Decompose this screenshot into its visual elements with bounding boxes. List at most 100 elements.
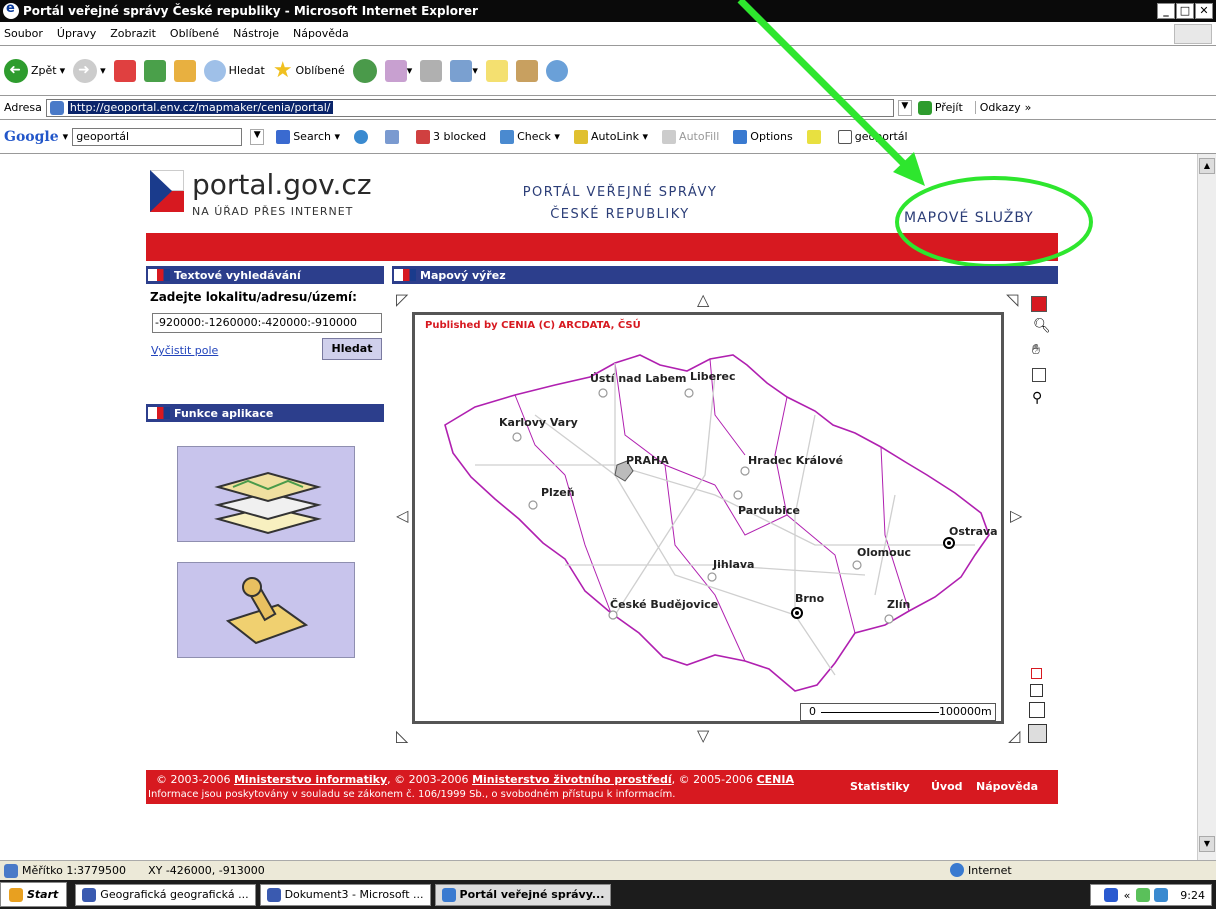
logo-title[interactable]: portal.gov.cz <box>192 168 372 201</box>
google-search-input[interactable]: geoportál <box>72 127 243 146</box>
ministry-environment-link[interactable]: Ministerstvo životního prostředí <box>472 773 672 786</box>
spell-check-button[interactable]: Check ▾ <box>500 129 560 144</box>
text-search-header: Textové vyhledávání <box>146 266 384 284</box>
city-label: Liberec <box>690 370 736 383</box>
pagerank-button[interactable] <box>385 129 402 144</box>
autofill-button[interactable]: AutoFill <box>662 129 719 144</box>
taskbar-ie-portal[interactable]: Portál veřejné správy... <box>434 883 612 906</box>
vertical-scrollbar[interactable]: ▲ ▼ <box>1197 154 1216 860</box>
pan-south-icon[interactable]: ▽ <box>697 726 709 745</box>
mail-button[interactable]: ▾ <box>384 59 412 82</box>
taskbar: Start Geografická geografická ... Dokume… <box>0 880 1216 909</box>
magnifier-icon <box>837 129 852 144</box>
autolink-button[interactable]: AutoLink ▾ <box>573 129 648 144</box>
minimize-button[interactable]: _ <box>1157 3 1175 19</box>
search-submit-button[interactable]: Hledat <box>322 338 382 360</box>
search-button[interactable]: Hledat <box>203 59 265 82</box>
research-button[interactable] <box>515 59 538 82</box>
chevron-down-icon[interactable]: ▾ <box>63 130 69 143</box>
scroll-down-icon[interactable]: ▼ <box>1199 836 1215 852</box>
pan-northwest-icon[interactable]: ◸ <box>396 290 408 309</box>
cenia-link[interactable]: CENIA <box>757 773 794 786</box>
home-link[interactable]: Úvod <box>931 780 963 793</box>
map-services-link[interactable]: MAPOVÉ SLUŽBY <box>904 210 1034 226</box>
links-label[interactable]: Odkazy <box>974 101 1021 114</box>
globe-button[interactable] <box>354 129 371 144</box>
pan-west-icon[interactable]: ◁ <box>396 506 408 525</box>
taskbar-word-geografie[interactable]: Geografická geografická ... <box>75 883 256 906</box>
start-button[interactable]: Start <box>0 882 68 907</box>
menu-upravy[interactable]: Úpravy <box>57 27 96 40</box>
tray-expand-icon[interactable]: « <box>1124 889 1131 902</box>
search-label: Hledat <box>228 64 265 77</box>
menu-oblibene[interactable]: Oblíbené <box>170 27 219 40</box>
menu-soubor[interactable]: Soubor <box>4 27 43 40</box>
close-button[interactable]: ✕ <box>1195 3 1213 19</box>
tray-network-icon[interactable] <box>1154 888 1169 902</box>
stop-button[interactable] <box>113 59 136 82</box>
task-label: Portál veřejné správy... <box>459 888 605 901</box>
zoom-in-icon[interactable] <box>1031 296 1047 312</box>
home-icon <box>173 59 196 82</box>
history-button[interactable] <box>352 58 377 83</box>
go-arrow-icon <box>917 100 932 115</box>
stamp-tool-button[interactable] <box>177 562 355 658</box>
pan-southwest-icon[interactable]: ◺ <box>396 726 408 745</box>
home-button[interactable] <box>173 59 196 82</box>
map-title: Mapový výřez <box>420 268 506 282</box>
clear-field-link[interactable]: Vyčistit pole <box>151 344 218 357</box>
address-label: Adresa <box>4 101 42 114</box>
czech-flag-icon <box>150 170 184 212</box>
messenger-button[interactable] <box>545 59 568 82</box>
maximize-button[interactable]: □ <box>1176 3 1194 19</box>
start-label: Start <box>27 888 59 901</box>
google-toolbar: Google ▾ geoportál ▼ Search ▾ 3 blocked … <box>0 120 1216 154</box>
chevron-right-icon[interactable]: » <box>1025 101 1032 114</box>
zoom-level-1[interactable] <box>1031 668 1042 679</box>
back-button[interactable]: Zpět▾ <box>4 58 65 83</box>
forward-button[interactable]: ▾ <box>73 58 106 83</box>
google-search-button[interactable]: Search ▾ <box>276 129 340 144</box>
pan-northeast-icon[interactable]: ◹ <box>1006 290 1018 309</box>
language-icon[interactable] <box>1103 888 1118 902</box>
ministry-informatics-link[interactable]: Ministerstvo informatiky <box>234 773 387 786</box>
google-logo[interactable]: Google <box>4 129 59 145</box>
scale-bar: 0 100000m <box>800 703 996 721</box>
highlight-button[interactable] <box>806 129 824 144</box>
search-term-button[interactable]: geoportál <box>837 129 908 144</box>
zoom-out-icon[interactable]: 🔍︎ <box>1033 318 1051 334</box>
pan-east-icon[interactable]: ▷ <box>1010 506 1022 525</box>
address-dropdown-icon[interactable]: ▼ <box>897 99 912 116</box>
location-search-input[interactable]: -920000:-1260000:-420000:-910000 <box>152 313 382 333</box>
google-query: geoportál <box>76 130 130 143</box>
menu-napoveda[interactable]: Nápověda <box>293 27 349 40</box>
print-button[interactable] <box>420 59 443 82</box>
zoom-level-4[interactable] <box>1028 724 1047 743</box>
pan-north-icon[interactable]: △ <box>697 290 709 309</box>
favorites-button[interactable]: ★ Oblíbené <box>273 58 345 83</box>
road-network <box>475 363 975 676</box>
note-button[interactable] <box>485 59 508 82</box>
pan-hand-icon[interactable]: ✋︎ <box>1032 342 1040 358</box>
identify-stamp-icon[interactable]: ⚲ <box>1032 390 1042 406</box>
portal-heading: PORTÁL VEŘEJNÉ SPRÁVY ČESKÉ REPUBLIKY <box>500 182 740 226</box>
popup-blocker-button[interactable]: 3 blocked <box>416 129 486 144</box>
taskbar-word-dokument3[interactable]: Dokument3 - Microsoft ... <box>259 883 431 906</box>
google-dropdown-icon[interactable]: ▼ <box>250 128 265 145</box>
pan-southeast-icon[interactable]: ◿ <box>1008 726 1020 745</box>
menu-nastroje[interactable]: Nástroje <box>233 27 279 40</box>
full-extent-icon[interactable] <box>1032 368 1046 382</box>
go-button[interactable]: Přejít <box>917 100 963 115</box>
address-input[interactable]: http://geoportal.env.cz/mapmaker/cenia/p… <box>45 98 894 117</box>
layers-button[interactable] <box>177 446 355 542</box>
statistics-link[interactable]: Statistiky <box>850 780 910 793</box>
scroll-up-icon[interactable]: ▲ <box>1199 158 1215 174</box>
zoom-level-3[interactable] <box>1029 702 1045 718</box>
tray-app-icon[interactable] <box>1136 888 1151 902</box>
help-link[interactable]: Nápověda <box>976 780 1038 793</box>
menu-zobrazit[interactable]: Zobrazit <box>110 27 156 40</box>
options-button[interactable]: Options <box>733 129 793 144</box>
edit-button[interactable]: ▾ <box>450 59 478 82</box>
zoom-level-2[interactable] <box>1030 684 1043 697</box>
refresh-button[interactable] <box>143 59 166 82</box>
